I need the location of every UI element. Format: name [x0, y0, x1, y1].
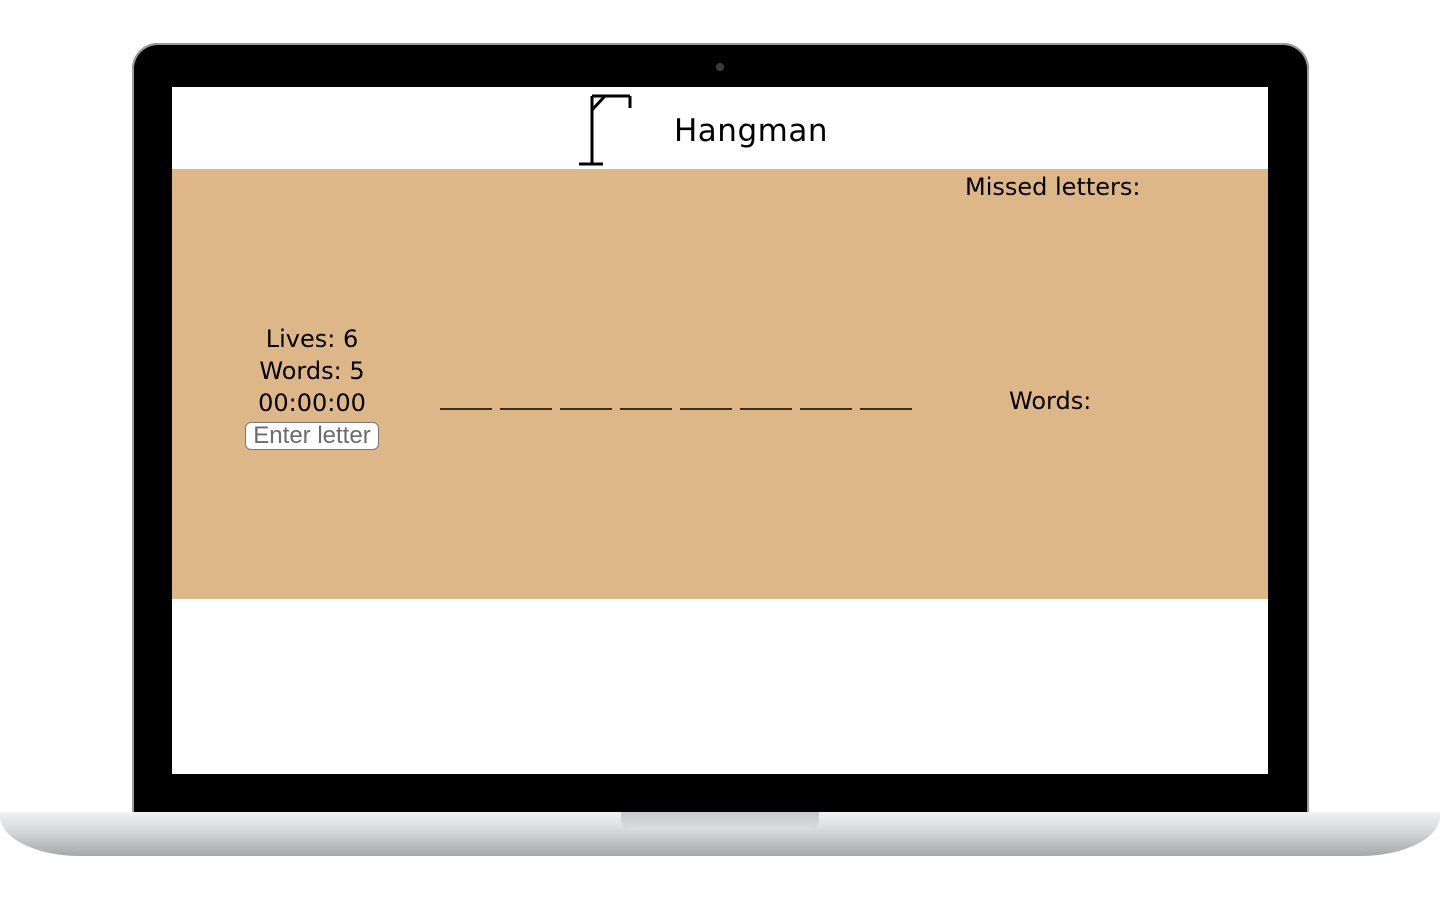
laptop-notch: [621, 812, 819, 830]
page-header: Hangman: [172, 87, 1268, 169]
browser-viewport: Hangman Missed letters: Lives: 6 Words: …: [172, 87, 1268, 774]
game-stats: Lives: 6 Words: 5 00:00:00: [232, 323, 392, 451]
lives-counter: Lives: 6: [265, 325, 359, 353]
laptop-frame: Hangman Missed letters: Lives: 6 Words: …: [0, 0, 1440, 900]
letter-slot: [680, 408, 732, 410]
letter-slot: [860, 408, 912, 410]
camera-icon: [716, 63, 724, 71]
letter-slot: [740, 408, 792, 410]
gallows-icon: [579, 94, 632, 166]
letter-slot: [620, 408, 672, 410]
page-title: Hangman: [674, 113, 828, 149]
missed-letters-label: Missed letters:: [965, 173, 1141, 201]
word-slots: [440, 408, 912, 410]
letter-slot: [440, 408, 492, 410]
letter-slot: [560, 408, 612, 410]
game-board: Missed letters: Lives: 6 Words: 5 00:00:…: [172, 169, 1268, 599]
timer: 00:00:00: [258, 389, 366, 417]
letter-slot: [800, 408, 852, 410]
letter-slot: [500, 408, 552, 410]
words-list-label: Words:: [1009, 387, 1092, 415]
words-counter: Words: 5: [259, 357, 365, 385]
letter-input[interactable]: [245, 422, 379, 450]
